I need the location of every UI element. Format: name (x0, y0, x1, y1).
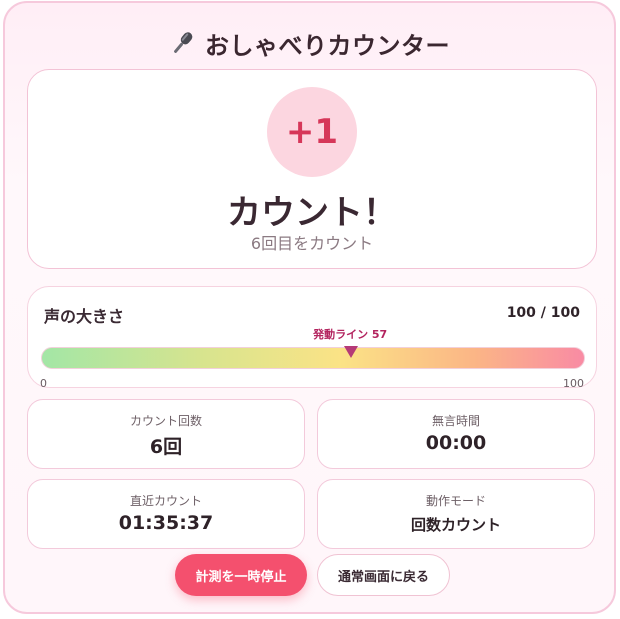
volume-meter-card: 声の大きさ 100 / 100 発動ライン 57 0 100 (27, 286, 597, 390)
stat-recent: 直近カウント 01:35:37 (27, 479, 305, 549)
increment-badge: +1 (267, 87, 357, 177)
app-title: おしゃべりカウンター (205, 31, 450, 60)
threshold-label: 発動ライン 57 (313, 328, 388, 341)
stat-recent-label: 直近カウント (129, 494, 202, 508)
volume-meter-bar (41, 347, 585, 369)
stat-count-label: カウント回数 (129, 414, 202, 428)
pause-measurement-button[interactable]: 計測を一時停止 (175, 554, 307, 596)
header: おしゃべりカウンター (5, 25, 614, 61)
stat-silence-value: 00:00 (425, 432, 487, 454)
volume-value: 100 / 100 (506, 305, 580, 321)
stat-silence-label: 無言時間 (431, 414, 480, 428)
meter-max-label: 100 (563, 377, 584, 390)
stat-silence: 無言時間 00:00 (317, 399, 595, 469)
counter-panel: おしゃべりカウンター +1 カウント！ 6回目をカウント 声の大きさ 100 /… (3, 1, 616, 614)
stat-count: カウント回数 6回 (27, 399, 305, 469)
count-event-card: +1 カウント！ 6回目をカウント (27, 69, 597, 269)
stat-mode-value: 回数カウント (410, 516, 501, 534)
meter-min-label: 0 (40, 377, 47, 390)
microphone-icon (174, 32, 193, 53)
volume-label: 声の大きさ (44, 307, 125, 326)
back-to-normal-button[interactable]: 通常画面に戻る (317, 554, 450, 596)
stat-mode: 動作モード 回数カウント (317, 479, 595, 549)
stat-mode-label: 動作モード (425, 494, 486, 508)
count-event-subtitle: 6回目をカウント (250, 234, 374, 253)
threshold-marker-icon[interactable] (344, 346, 359, 358)
count-event-title: カウント！ (227, 193, 397, 233)
stat-count-value: 6回 (149, 436, 183, 458)
stat-recent-value: 01:35:37 (118, 512, 214, 534)
